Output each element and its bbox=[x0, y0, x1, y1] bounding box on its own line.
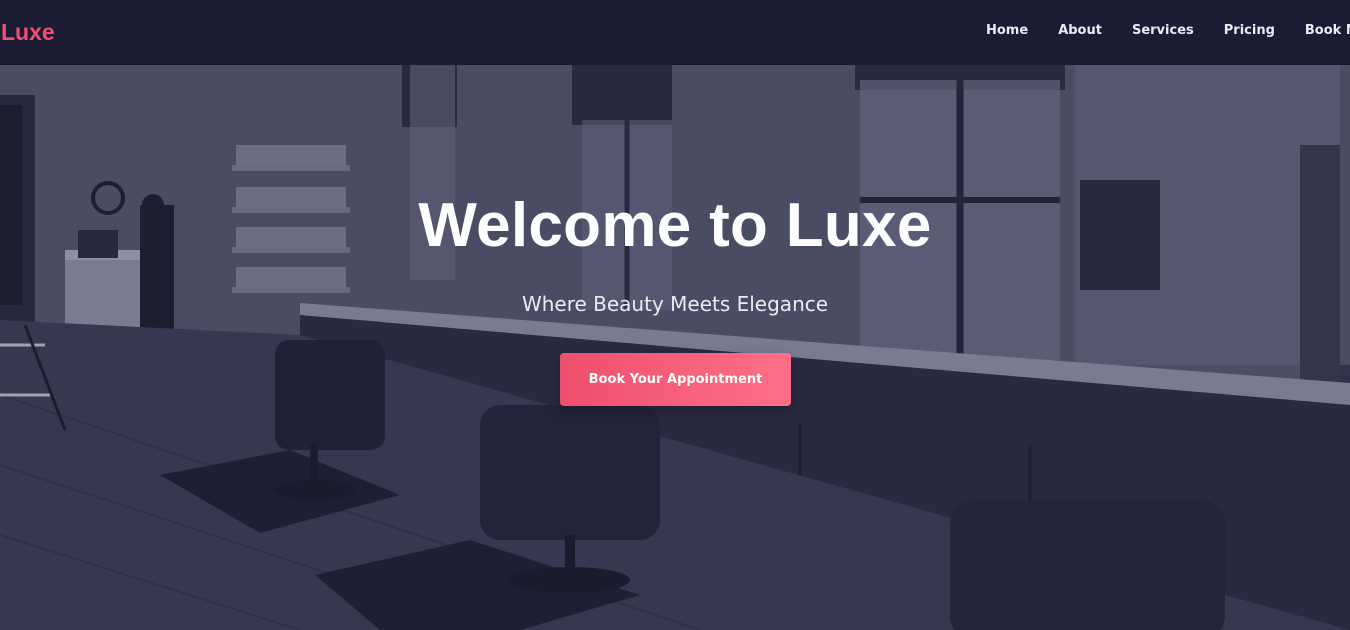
navbar: Luxe Home About Services Pricing Book No… bbox=[0, 0, 1350, 65]
brand-logo[interactable]: Luxe bbox=[1, 18, 55, 46]
nav-link-home[interactable]: Home bbox=[986, 22, 1028, 40]
nav-menu: Home About Services Pricing Book Now bbox=[986, 22, 1350, 40]
nav-link-about[interactable]: About bbox=[1058, 22, 1102, 40]
hero-subtitle: Where Beauty Meets Elegance bbox=[521, 292, 829, 316]
nav-link-book-now[interactable]: Book Now bbox=[1305, 22, 1350, 40]
nav-link-pricing[interactable]: Pricing bbox=[1224, 22, 1275, 40]
book-appointment-button[interactable]: Book Your Appointment bbox=[560, 353, 791, 406]
hero-title: Welcome to Luxe bbox=[418, 191, 932, 260]
hero-section: Welcome to Luxe Where Beauty Meets Elega… bbox=[0, 65, 1350, 630]
nav-link-services[interactable]: Services bbox=[1132, 22, 1194, 40]
hero-content: Welcome to Luxe Where Beauty Meets Elega… bbox=[0, 65, 1350, 630]
